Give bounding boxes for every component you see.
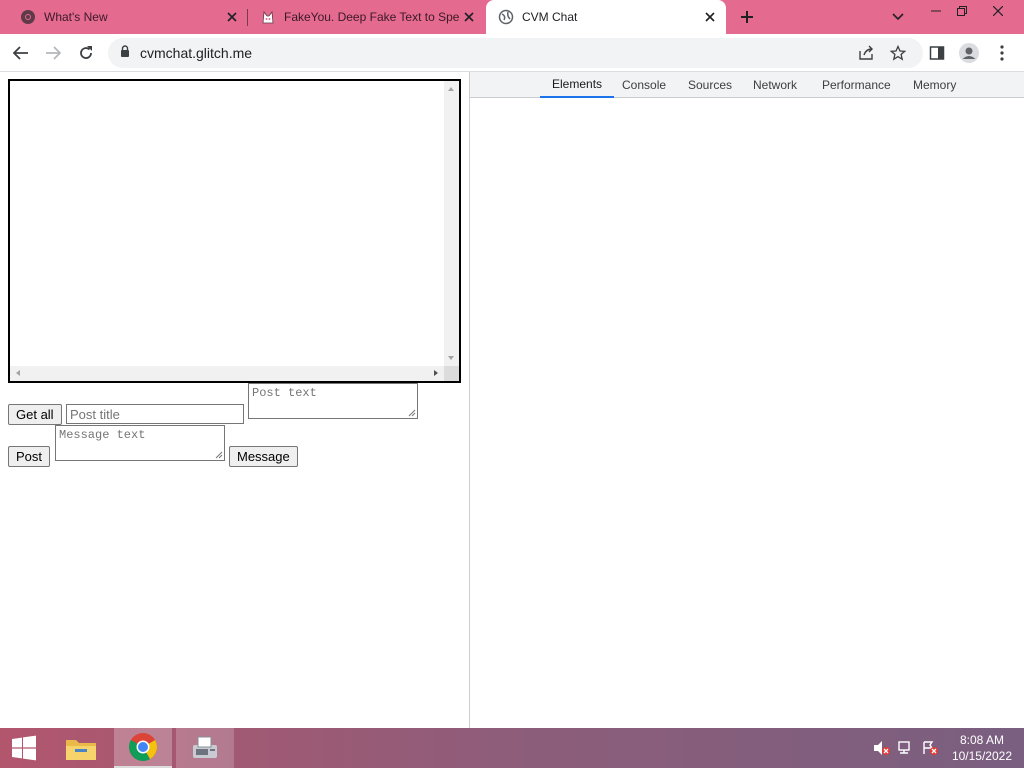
chrome-taskbar-button[interactable] xyxy=(114,728,172,768)
message-button[interactable]: Message xyxy=(229,446,298,467)
scroll-corner xyxy=(444,366,459,381)
chat-log[interactable] xyxy=(8,79,461,383)
scroll-up-icon[interactable] xyxy=(448,87,454,91)
post-title-input[interactable]: Post title xyxy=(66,404,244,424)
resize-grip-icon[interactable] xyxy=(215,451,223,459)
close-icon[interactable] xyxy=(700,7,720,27)
forward-button[interactable] xyxy=(40,40,66,66)
devtools-tab-strip: Elements Console Sources Network Perform… xyxy=(470,72,1024,98)
side-panel-icon[interactable] xyxy=(924,40,950,66)
tab-cvm-chat[interactable]: CVM Chat xyxy=(486,0,726,34)
address-bar[interactable]: cvmchat.glitch.me xyxy=(108,38,923,68)
tab-search-button[interactable] xyxy=(889,8,907,26)
action-center-icon[interactable] xyxy=(920,728,940,768)
restore-button[interactable] xyxy=(946,0,978,22)
share-icon[interactable] xyxy=(853,40,879,66)
menu-kebab-icon[interactable] xyxy=(989,40,1015,66)
get-all-button[interactable]: Get all xyxy=(8,404,62,425)
tab-network[interactable]: Network xyxy=(753,72,797,98)
post-button[interactable]: Post xyxy=(8,446,51,467)
fakeyou-icon xyxy=(260,9,276,25)
back-button[interactable] xyxy=(8,40,34,66)
message-text-placeholder: Message text xyxy=(59,428,146,442)
url-text[interactable]: cvmchat.glitch.me xyxy=(140,45,252,61)
close-icon[interactable] xyxy=(222,7,242,27)
tab-sources[interactable]: Sources xyxy=(688,72,732,98)
scroll-left-icon[interactable] xyxy=(16,370,20,376)
new-tab-button[interactable] xyxy=(736,6,758,28)
chrome-icon xyxy=(129,733,157,761)
tab-memory[interactable]: Memory xyxy=(913,72,956,98)
post-text-textarea[interactable]: Post text xyxy=(248,383,418,419)
windows-logo-icon xyxy=(12,735,36,761)
page-content: Get all Post title Post text Post Messag… xyxy=(0,72,469,728)
network-icon[interactable] xyxy=(896,728,916,768)
fax-machine-icon xyxy=(193,736,217,758)
reload-button[interactable] xyxy=(73,40,99,66)
scroll-right-icon[interactable] xyxy=(434,370,438,376)
post-text-placeholder: Post text xyxy=(252,386,317,400)
close-window-button[interactable] xyxy=(982,0,1014,22)
tab-title: FakeYou. Deep Fake Text to Speech xyxy=(284,10,459,24)
clock-time: 8:08 AM xyxy=(959,733,1004,747)
profile-avatar-icon[interactable] xyxy=(956,40,982,66)
bookmark-star-icon[interactable] xyxy=(885,40,911,66)
clock-date: 10/15/2022 xyxy=(951,749,1012,763)
globe-icon xyxy=(498,9,514,25)
horizontal-scrollbar[interactable] xyxy=(10,366,444,381)
tab-performance[interactable]: Performance xyxy=(822,72,891,98)
tab-fakeyou[interactable]: FakeYou. Deep Fake Text to Speech xyxy=(248,0,485,34)
tab-elements[interactable]: Elements xyxy=(540,72,615,98)
start-button[interactable] xyxy=(0,728,48,768)
tab-title: What's New xyxy=(44,10,108,24)
windows-taskbar: 8:08 AM 10/15/2022 xyxy=(0,728,1024,768)
fax-app-button[interactable] xyxy=(176,728,234,768)
tab-console[interactable]: Console xyxy=(622,72,666,98)
browser-titlebar: What's New FakeYou. Deep Fake Text to Sp… xyxy=(0,0,1024,34)
folder-icon xyxy=(66,740,96,760)
lock-icon[interactable] xyxy=(120,44,130,62)
vertical-scrollbar[interactable] xyxy=(444,81,459,366)
resize-grip-icon[interactable] xyxy=(408,409,416,417)
close-icon[interactable] xyxy=(459,7,479,27)
message-text-textarea[interactable]: Message text xyxy=(55,425,225,461)
devtools-panel: Elements Console Sources Network Perform… xyxy=(469,72,1024,728)
system-clock[interactable]: 8:08 AM 10/15/2022 xyxy=(952,732,1012,764)
volume-muted-icon[interactable] xyxy=(872,728,892,768)
tab-title: CVM Chat xyxy=(522,10,578,24)
file-explorer-button[interactable] xyxy=(57,728,105,768)
scroll-down-icon[interactable] xyxy=(448,356,454,360)
browser-toolbar: cvmchat.glitch.me xyxy=(0,34,1024,72)
chrome-icon xyxy=(20,9,36,25)
tab-whats-new[interactable]: What's New xyxy=(0,0,248,34)
